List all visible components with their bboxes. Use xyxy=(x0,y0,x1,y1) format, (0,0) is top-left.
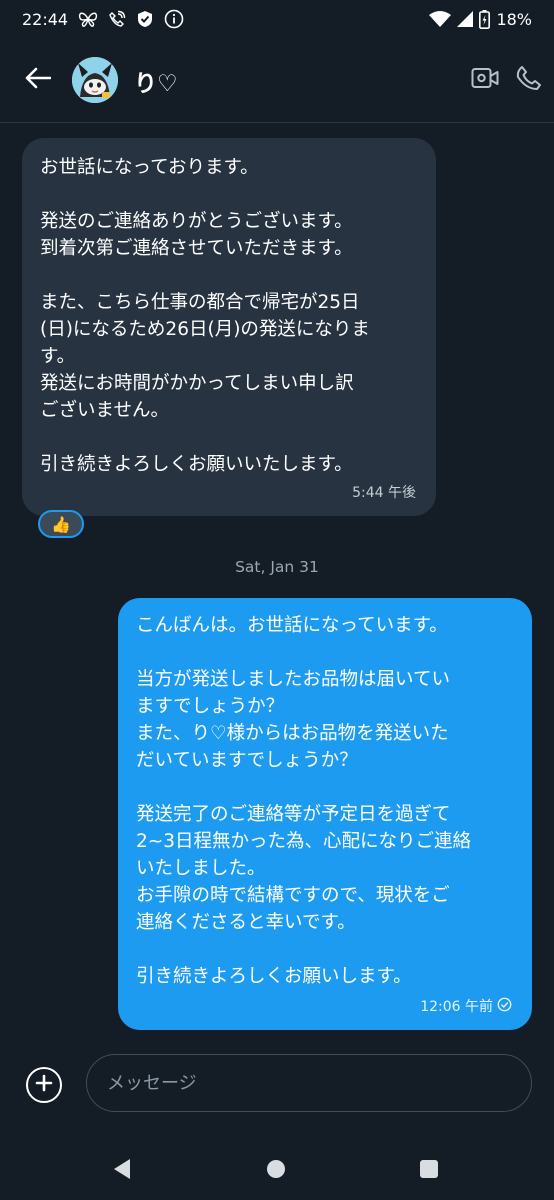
contact-name[interactable]: り♡ xyxy=(134,64,178,98)
status-bar: 22:44 18% xyxy=(0,0,554,38)
nav-back-triangle-icon xyxy=(112,1159,132,1184)
butterfly-icon xyxy=(78,11,98,27)
avatar[interactable] xyxy=(72,57,118,103)
message-time-text: 5:44 午後 xyxy=(352,485,416,501)
message-text: お世話になっております。 発送のご連絡ありがとうございます。 到着次第ご連絡させ… xyxy=(40,157,370,475)
phone-call-button[interactable] xyxy=(516,65,542,95)
incoming-message-bubble[interactable]: お世話になっております。 発送のご連絡ありがとうございます。 到着次第ご連絡させ… xyxy=(22,138,436,516)
status-right: 18% xyxy=(429,9,532,29)
video-call-button[interactable] xyxy=(471,66,499,94)
wifi-calling-icon xyxy=(108,10,126,28)
info-icon xyxy=(164,9,184,29)
nav-home-button[interactable] xyxy=(267,1160,285,1178)
status-time: 22:44 xyxy=(22,9,69,29)
message-time-text: 12:06 午前 xyxy=(420,999,493,1015)
message-composer xyxy=(0,1050,554,1120)
nav-recents-button[interactable] xyxy=(420,1160,438,1178)
status-left: 22:44 xyxy=(22,9,184,29)
nav-back-button[interactable] xyxy=(112,1158,132,1184)
message-timestamp: 12:06 午前 xyxy=(420,996,512,1016)
battery-percentage: 18% xyxy=(496,9,532,29)
date-separator: Sat, Jan 31 xyxy=(235,558,319,576)
shield-check-icon xyxy=(136,10,154,28)
video-call-icon xyxy=(471,68,499,94)
system-navigation-bar xyxy=(0,1138,554,1200)
wifi-icon xyxy=(429,11,452,27)
message-input[interactable] xyxy=(86,1054,532,1112)
message-text: こんばんは。お世話になっています。 当方が発送しましたお品物は届いてい ますでし… xyxy=(136,615,472,987)
reaction-badge[interactable]: 👍 xyxy=(38,510,84,538)
read-check-icon xyxy=(497,997,512,1016)
thumbs-up-icon: 👍 xyxy=(51,514,71,534)
outgoing-message-bubble[interactable]: こんばんは。お世話になっています。 当方が発送しましたお品物は届いてい ますでし… xyxy=(118,598,532,1030)
cellular-signal-icon xyxy=(457,11,474,27)
conversation-header: り♡ xyxy=(0,38,554,122)
battery-charging-icon xyxy=(479,9,491,29)
back-button[interactable] xyxy=(22,64,54,96)
message-timestamp: 5:44 午後 xyxy=(352,482,416,502)
back-arrow-icon xyxy=(25,67,52,93)
plus-icon xyxy=(35,1074,53,1096)
phone-call-icon xyxy=(516,66,542,95)
header-divider xyxy=(0,122,554,123)
add-media-button[interactable] xyxy=(26,1067,62,1103)
